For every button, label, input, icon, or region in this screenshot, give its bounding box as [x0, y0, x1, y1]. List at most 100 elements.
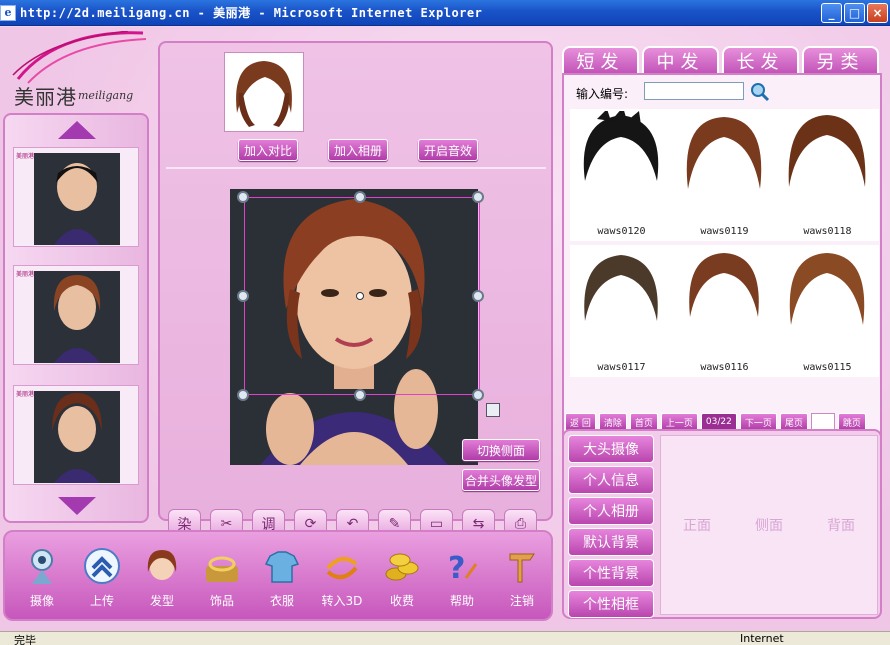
logout-icon: [509, 553, 535, 583]
browser-statusbar: 完毕 Internet: [0, 631, 890, 645]
upload-icon: [84, 548, 120, 584]
menu-head-camera[interactable]: 大头摄像: [568, 435, 654, 463]
face-photo: [34, 153, 120, 245]
hair-copper-bob-icon: [789, 253, 865, 325]
logo-text-cn: 美丽港: [14, 85, 77, 109]
search-label: 输入编号:: [576, 87, 629, 101]
hairstyle-item[interactable]: waws0117: [570, 245, 673, 377]
accessory-label: 饰品: [209, 594, 234, 608]
3d-icon: [326, 556, 358, 580]
tab-long-hair[interactable]: 长发: [722, 46, 799, 74]
status-zone: Internet: [740, 632, 784, 645]
hairstyle-item[interactable]: waws0116: [673, 245, 776, 377]
resize-handle[interactable]: [472, 389, 484, 401]
photo-thumb[interactable]: 美丽港: [13, 385, 139, 485]
payment-button[interactable]: 收费: [379, 546, 425, 609]
switch-side-button[interactable]: 切换侧面: [462, 439, 540, 461]
menu-default-background[interactable]: 默认背景: [568, 528, 654, 556]
thumb-logo: 美丽港: [16, 153, 35, 160]
status-text: 完毕: [14, 634, 36, 645]
camera-button[interactable]: 摄像: [19, 546, 65, 609]
panel-divider: [166, 167, 546, 169]
add-album-button[interactable]: 加入相册: [328, 139, 388, 161]
menu-personal-info[interactable]: 个人信息: [568, 466, 654, 494]
face-photo: [34, 271, 120, 363]
hairstyle-item[interactable]: waws0119: [673, 109, 776, 241]
search-icon[interactable]: [750, 82, 770, 102]
sound-toggle-button[interactable]: 开启音效: [418, 139, 478, 161]
view-back-label[interactable]: 背面: [827, 515, 855, 535]
hairstyle-item[interactable]: waws0115: [776, 245, 879, 377]
hairstyle-code: waws0120: [597, 226, 646, 237]
to-3d-label: 转入3D: [321, 594, 363, 608]
resize-handle[interactable]: [237, 191, 249, 203]
hair-brown-wavy-icon: [788, 115, 866, 187]
close-button[interactable]: ×: [867, 3, 888, 23]
thumb-logo: 美丽港: [16, 271, 35, 278]
accessory-button[interactable]: 饰品: [199, 546, 245, 609]
hair-brown-bob-icon: [686, 117, 762, 189]
scale-corner-icon[interactable]: [486, 403, 500, 417]
editor-panel: 加入对比 加入相册 开启音效 切换侧面 合并头像发型 染 ✂ 调 ⟳ ↶ ✎ ▭…: [158, 41, 553, 539]
add-compare-button[interactable]: 加入对比: [238, 139, 298, 161]
logout-button[interactable]: 注销: [499, 546, 545, 609]
camera-icon: [31, 549, 53, 584]
view-side-label[interactable]: 侧面: [755, 515, 783, 535]
scroll-down-arrow-icon[interactable]: [58, 497, 96, 515]
svg-text:?: ?: [448, 551, 465, 586]
window-title: http://2d.meiligang.cn - 美丽港 - Microsoft…: [20, 6, 483, 20]
view-front-label[interactable]: 正面: [683, 515, 711, 535]
clothes-label: 衣服: [269, 594, 294, 608]
app-canvas: 美丽港 meiligang 美丽港 美丽港 美丽港 加入对比 加入相册 开启音效…: [0, 27, 890, 631]
menu-custom-background[interactable]: 个性背景: [568, 559, 654, 587]
hairstyle-label: 发型: [149, 594, 174, 608]
brand-logo: 美丽港 meiligang: [8, 31, 148, 111]
logout-label: 注销: [509, 594, 534, 608]
face-photo: [34, 391, 120, 483]
thumb-logo: 美丽港: [16, 391, 35, 398]
clothes-button[interactable]: 衣服: [259, 546, 305, 609]
hairstyle-code: waws0117: [597, 362, 646, 373]
hairstyle-code: waws0119: [700, 226, 749, 237]
minimize-button[interactable]: _: [821, 3, 842, 23]
to-3d-button[interactable]: 转入3D: [319, 546, 365, 609]
hairstyle-item[interactable]: waws0118: [776, 109, 879, 241]
search-input[interactable]: [644, 82, 744, 100]
help-label: 帮助: [449, 594, 474, 608]
rotate-center-handle[interactable]: [356, 292, 364, 300]
hair-preview-icon: [236, 61, 292, 127]
resize-handle[interactable]: [472, 191, 484, 203]
logo-text-en: meiligang: [78, 89, 134, 102]
hair-ash-layered-icon: [584, 255, 658, 321]
tab-short-hair[interactable]: 短发: [562, 46, 639, 74]
photo-thumb[interactable]: 美丽港: [13, 147, 139, 247]
ie-icon: e: [0, 4, 16, 21]
maximize-button[interactable]: □: [844, 3, 865, 23]
resize-handle[interactable]: [472, 290, 484, 302]
menu-custom-frame[interactable]: 个性相框: [568, 590, 654, 618]
hairstyle-panel: 输入编号: waws0120 waws0119 waws0118 waws011…: [562, 73, 882, 446]
photo-thumb[interactable]: 美丽港: [13, 265, 139, 365]
resize-handle[interactable]: [354, 191, 366, 203]
accessory-icon: [206, 556, 238, 582]
help-button[interactable]: ? 帮助: [439, 546, 485, 609]
resize-handle[interactable]: [354, 389, 366, 401]
menu-personal-album[interactable]: 个人相册: [568, 497, 654, 525]
view-compare-area: 正面 侧面 背面: [660, 435, 878, 615]
scroll-up-arrow-icon[interactable]: [58, 121, 96, 139]
hairstyle-code: waws0118: [803, 226, 852, 237]
clothes-icon: [264, 551, 300, 583]
photo-list-panel: 美丽港 美丽港 美丽港: [3, 113, 149, 523]
resize-handle[interactable]: [237, 389, 249, 401]
hairstyle-code: waws0116: [700, 362, 749, 373]
hairstyle-button[interactable]: 发型: [139, 546, 185, 609]
tab-medium-hair[interactable]: 中发: [642, 46, 719, 74]
upload-button[interactable]: 上传: [79, 546, 125, 609]
merge-hair-button[interactable]: 合并头像发型: [462, 469, 540, 491]
resize-handle[interactable]: [237, 290, 249, 302]
hairstyle-icon: [147, 550, 177, 580]
payment-label: 收费: [389, 594, 414, 608]
tab-other-hair[interactable]: 另类: [802, 46, 879, 74]
coins-icon: [385, 553, 419, 581]
hairstyle-item[interactable]: waws0120: [570, 109, 673, 241]
